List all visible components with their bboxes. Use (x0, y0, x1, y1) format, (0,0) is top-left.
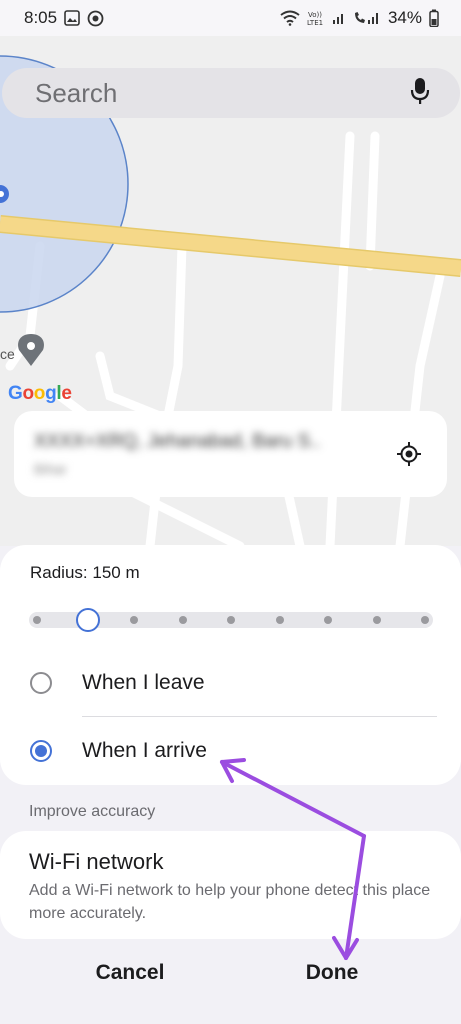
address-text: XXXX+XRQ, Jehanabad, Baru S.. Bihar (34, 431, 391, 477)
gallery-icon (64, 10, 80, 26)
wifi-icon (280, 10, 300, 26)
address-card[interactable]: XXXX+XRQ, Jehanabad, Baru S.. Bihar (14, 411, 447, 497)
slider-step-dot[interactable] (275, 616, 284, 624)
my-location-button[interactable] (391, 436, 427, 472)
battery-percent: 34% (387, 8, 422, 27)
slider-step-dot[interactable] (33, 616, 41, 624)
status-bar: 8:05 Vo)) LTE1 34% (0, 0, 461, 36)
search-bar[interactable]: Search (2, 68, 460, 118)
slider-step-dot[interactable] (227, 616, 235, 624)
radio-when-i-arrive[interactable] (30, 740, 52, 762)
option-label: When I arrive (82, 739, 207, 762)
radius-slider[interactable] (29, 604, 433, 636)
bottom-action-bar: Cancel Done (0, 945, 461, 1005)
slider-step-dot[interactable] (421, 616, 429, 624)
slider-step-dot[interactable] (372, 616, 381, 624)
address-line1: XXXX+XRQ, Jehanabad, Baru S.. (34, 431, 321, 452)
status-time: 8:05 (24, 8, 58, 27)
divider (82, 716, 437, 717)
done-button[interactable]: Done (232, 945, 432, 1001)
svg-text:LTE1: LTE1 (307, 19, 323, 26)
slider-step-dot[interactable] (130, 616, 138, 624)
microphone-icon[interactable] (410, 77, 430, 110)
section-heading-improve-accuracy: Improve accuracy (29, 803, 156, 820)
my-location-icon (397, 442, 421, 466)
place-label: ce (0, 346, 15, 362)
slider-thumb[interactable] (75, 608, 100, 632)
slider-step-dot[interactable] (178, 616, 187, 624)
whatsapp-icon (87, 10, 104, 27)
wifi-network-description: Add a Wi-Fi network to help your phone d… (29, 882, 431, 922)
option-when-i-arrive[interactable]: When I arrive (0, 721, 461, 781)
search-input[interactable]: Search (35, 78, 410, 109)
radio-when-i-leave[interactable] (30, 672, 52, 694)
radius-label: Radius: 150 m (30, 563, 140, 582)
battery-icon (429, 9, 439, 27)
call-signal-icon (353, 10, 381, 26)
signal-icon (332, 11, 346, 25)
svg-text:Vo)): Vo)) (308, 11, 322, 19)
option-when-i-leave[interactable]: When I leave (0, 653, 461, 713)
cancel-button[interactable]: Cancel (30, 945, 230, 1001)
wifi-network-title[interactable]: Wi-Fi network (29, 849, 163, 875)
address-line2: Bihar (34, 461, 67, 477)
volte-icon: Vo)) LTE1 (307, 10, 325, 26)
google-logo: Google (8, 383, 72, 404)
slider-step-dot[interactable] (324, 616, 332, 624)
option-label: When I leave (82, 671, 205, 694)
